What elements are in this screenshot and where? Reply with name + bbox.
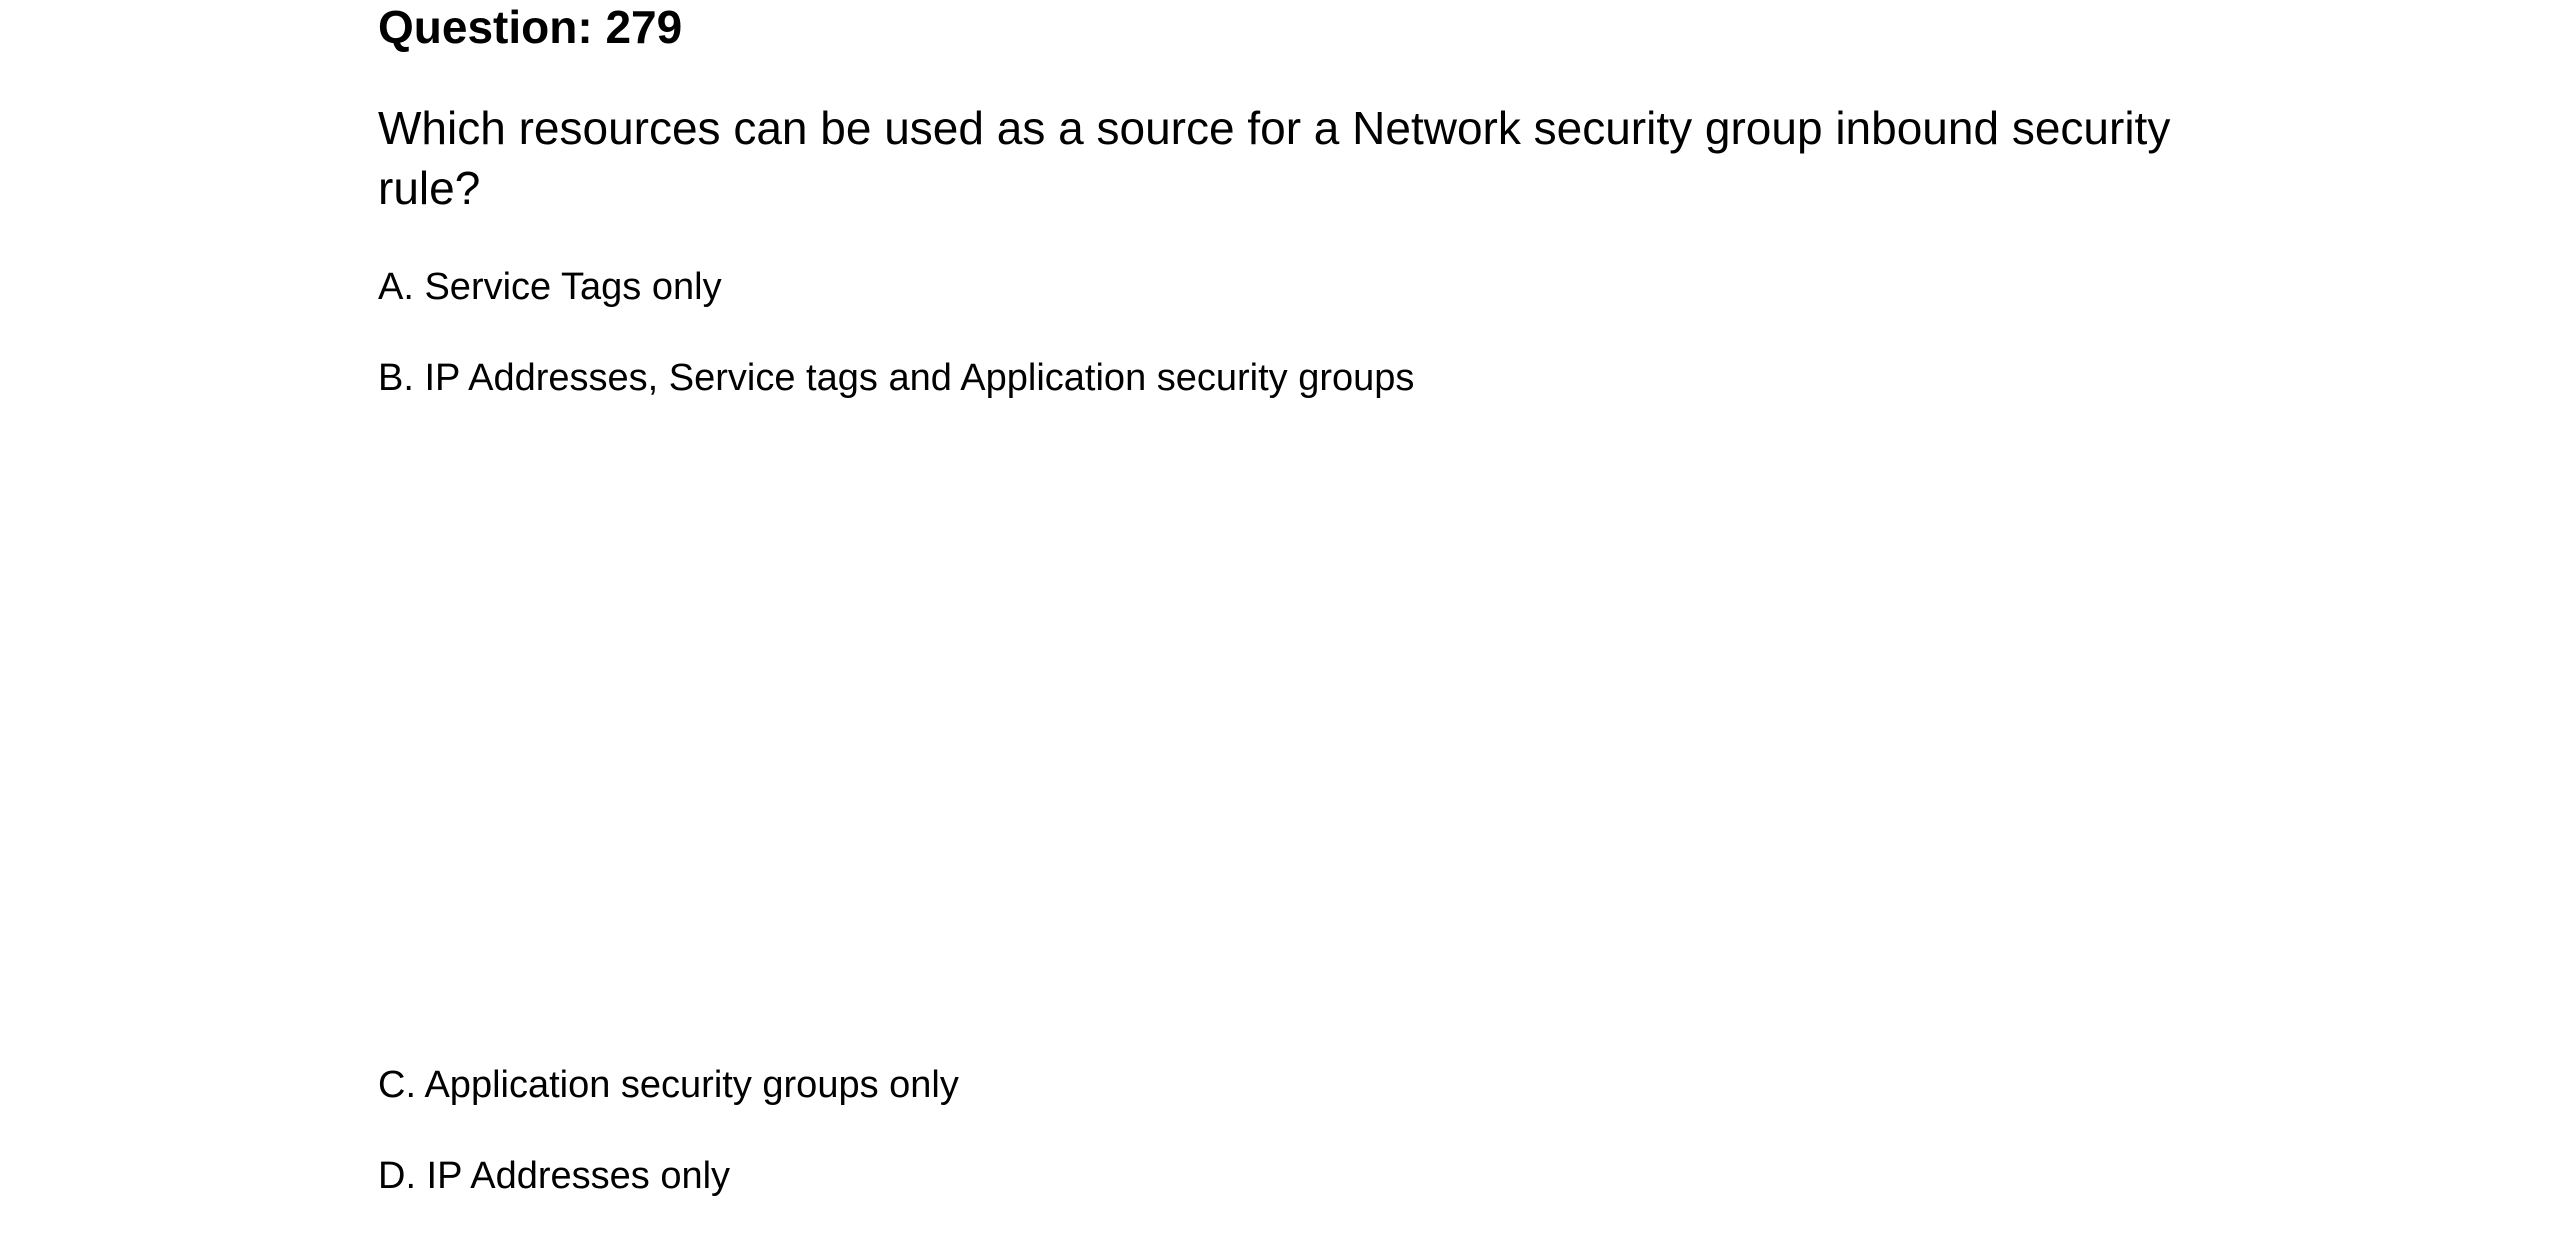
option-a: A. Service Tags only — [378, 266, 722, 308]
question-number-heading: Question: 279 — [378, 1, 683, 53]
document-page: Question: 279 Which resources can be use… — [0, 0, 2550, 1241]
option-d: D. IP Addresses only — [378, 1155, 731, 1197]
option-c: C. Application security groups only — [378, 1064, 959, 1106]
option-b: B. IP Addresses, Service tags and Applic… — [378, 357, 1415, 399]
question-text: Which resources can be used as a source … — [378, 102, 2171, 214]
